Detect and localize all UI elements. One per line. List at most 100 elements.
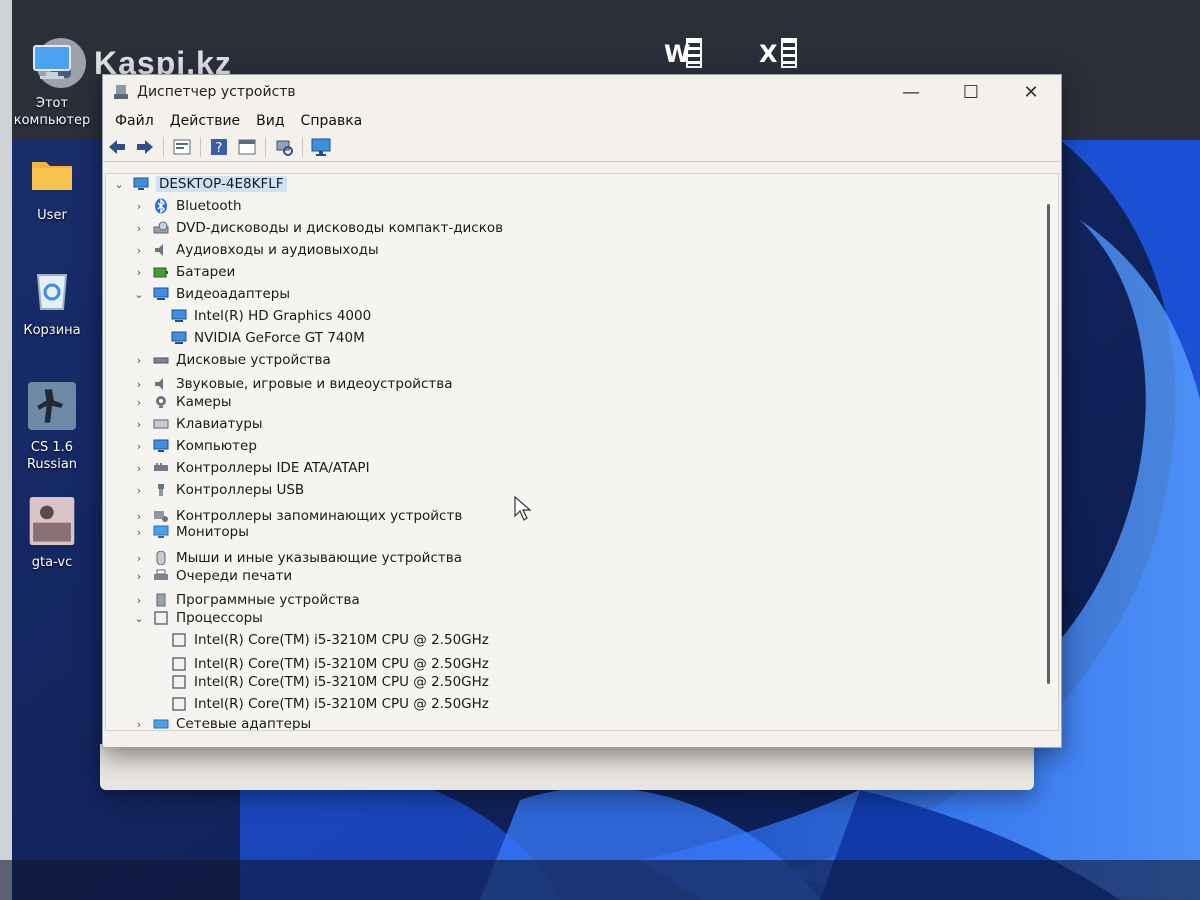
chevron-right-icon[interactable]: ›: [132, 570, 146, 583]
chevron-right-icon[interactable]: ›: [132, 396, 146, 409]
chevron-right-icon[interactable]: ›: [132, 552, 146, 565]
display-adapter-icon: [152, 286, 170, 302]
vertical-scrollbar[interactable]: [1047, 204, 1050, 684]
tree-node-label: Intel(R) Core(TM) i5-3210M CPU @ 2.50GHz: [194, 674, 489, 690]
tree-category[interactable]: › Bluetooth: [132, 196, 242, 216]
chevron-right-icon[interactable]: ›: [132, 266, 146, 279]
tree-device[interactable]: Intel(R) Core(TM) i5-3210M CPU @ 2.50GHz: [170, 630, 489, 650]
chevron-right-icon[interactable]: ›: [132, 378, 146, 391]
counter-strike-icon: [28, 382, 76, 430]
chevron-right-icon[interactable]: ›: [132, 484, 146, 497]
excel-icon[interactable]: X: [757, 34, 801, 74]
toolbar-separator: [163, 137, 164, 157]
title-bar[interactable]: Диспетчер устройств — ☐ ✕: [103, 75, 1061, 109]
tree-category[interactable]: ⌄ Процессоры: [132, 608, 262, 628]
speaker-icon: [152, 242, 170, 258]
scan-hardware-icon[interactable]: [272, 136, 296, 158]
recycle-bin-icon: [36, 274, 68, 310]
tree-node-label: Мыши и иные указывающие устройства: [176, 550, 462, 566]
tree-category[interactable]: › Клавиатуры: [132, 414, 263, 434]
tree-node-label: Аудиовходы и аудиовыходы: [176, 242, 379, 258]
chevron-right-icon[interactable]: ›: [132, 418, 146, 431]
tree-category[interactable]: › Аудиовходы и аудиовыходы: [132, 240, 379, 260]
tree-node-label: Батареи: [176, 264, 236, 280]
computer-icon: [33, 45, 71, 79]
help-icon[interactable]: ?: [207, 136, 231, 158]
tree-category[interactable]: › Сетевые адаптеры: [132, 714, 311, 731]
tree-root[interactable]: ⌄ DESKTOP-4E8KFLF: [112, 174, 287, 194]
tree-category[interactable]: › Очереди печати: [132, 566, 292, 586]
menu-bar: Файл Действие Вид Справка: [103, 109, 1061, 133]
keyboard-icon: [152, 416, 170, 432]
tree-category[interactable]: › Контроллеры IDE ATA/ATAPI: [132, 458, 370, 478]
chevron-down-icon[interactable]: ⌄: [132, 288, 146, 301]
close-button[interactable]: ✕: [1001, 82, 1061, 103]
back-arrow-icon[interactable]: [105, 136, 129, 158]
desktop-icon-label: Этот: [35, 96, 69, 111]
view-icon[interactable]: [235, 136, 259, 158]
chevron-right-icon[interactable]: ›: [132, 440, 146, 453]
desktop-icon-this-pc[interactable]: Этот компьютер: [6, 38, 98, 129]
tree-node-label: Звуковые, игровые и видеоустройства: [176, 376, 453, 392]
tree-node-label: DVD-дисководы и дисководы компакт-дисков: [176, 220, 504, 236]
chevron-right-icon[interactable]: ›: [132, 222, 146, 235]
chevron-right-icon[interactable]: ›: [132, 462, 146, 475]
tree-node-label: NVIDIA GeForce GT 740M: [194, 330, 365, 346]
display-adapter-icon: [170, 308, 188, 324]
tree-node-label: Контроллеры IDE ATA/ATAPI: [176, 460, 370, 476]
svg-text:?: ?: [216, 141, 223, 156]
device-manager-window: Диспетчер устройств — ☐ ✕ Файл Действие …: [102, 74, 1062, 748]
desktop-icon-cs16[interactable]: CS 1.6 Russian: [6, 382, 98, 473]
tree-category[interactable]: › Дисковые устройства: [132, 350, 331, 370]
device-tree: ⌄ DESKTOP-4E8KFLF › Bluetooth › DVD-дисково…: [105, 173, 1059, 731]
word-icon[interactable]: W: [662, 34, 706, 74]
chevron-right-icon[interactable]: ›: [132, 718, 146, 731]
tree-device[interactable]: Intel(R) Core(TM) i5-3210M CPU @ 2.50GHz: [170, 654, 489, 674]
tree-category[interactable]: › Контроллеры USB: [132, 480, 304, 500]
tree-category[interactable]: › Звуковые, игровые и видеоустройства: [132, 374, 453, 394]
desktop-icon-user[interactable]: User: [6, 150, 98, 224]
ide-controller-icon: [152, 460, 170, 476]
chevron-right-icon[interactable]: ›: [132, 354, 146, 367]
tree-category[interactable]: › Мыши и иные указывающие устройства: [132, 548, 462, 568]
desktop-icon-label: CS 1.6: [30, 440, 74, 455]
tree-category[interactable]: › DVD-дисководы и дисководы компакт-диско…: [132, 218, 503, 238]
menu-file[interactable]: Файл: [107, 113, 162, 129]
desktop-icon-label: компьютер: [13, 113, 91, 128]
monitor-icon[interactable]: [309, 136, 333, 158]
forward-arrow-icon[interactable]: [133, 136, 157, 158]
chevron-right-icon[interactable]: ›: [132, 200, 146, 213]
software-device-icon: [152, 592, 170, 608]
chevron-right-icon[interactable]: ›: [132, 510, 146, 523]
excel-letter: X: [759, 40, 778, 68]
chevron-right-icon[interactable]: ›: [132, 526, 146, 539]
menu-help[interactable]: Справка: [293, 113, 371, 129]
desktop-icon-gta-vc[interactable]: gta-vc: [6, 497, 98, 571]
usb-icon: [152, 482, 170, 498]
chevron-down-icon[interactable]: ⌄: [112, 178, 126, 191]
tree-category[interactable]: › Программные устройства: [132, 590, 360, 610]
chevron-right-icon[interactable]: ›: [132, 244, 146, 257]
tree-device[interactable]: Intel(R) HD Graphics 4000: [170, 306, 371, 326]
computer-name: DESKTOP-4E8KFLF: [156, 176, 287, 192]
tree-category[interactable]: › Компьютер: [132, 436, 257, 456]
minimize-button[interactable]: —: [881, 82, 941, 103]
properties-icon[interactable]: [170, 136, 194, 158]
bluetooth-icon: [152, 198, 170, 214]
computer-icon: [152, 438, 170, 454]
tree-category[interactable]: ⌄ Видеоадаптеры: [132, 284, 290, 304]
chevron-right-icon[interactable]: ›: [132, 594, 146, 607]
tree-category[interactable]: › Мониторы: [132, 522, 249, 542]
tree-device[interactable]: Intel(R) Core(TM) i5-3210M CPU @ 2.50GHz: [170, 672, 489, 692]
battery-icon: [152, 264, 170, 280]
menu-action[interactable]: Действие: [162, 113, 248, 129]
desktop-icon-recycle-bin[interactable]: Корзина: [6, 265, 98, 339]
tree-category[interactable]: › Камеры: [132, 392, 232, 412]
speaker-icon: [152, 376, 170, 392]
chevron-down-icon[interactable]: ⌄: [132, 612, 146, 625]
tree-device[interactable]: Intel(R) Core(TM) i5-3210M CPU @ 2.50GHz: [170, 694, 489, 714]
menu-view[interactable]: Вид: [248, 113, 292, 129]
tree-device[interactable]: NVIDIA GeForce GT 740M: [170, 328, 365, 348]
tree-category[interactable]: › Батареи: [132, 262, 236, 282]
maximize-button[interactable]: ☐: [941, 82, 1001, 103]
